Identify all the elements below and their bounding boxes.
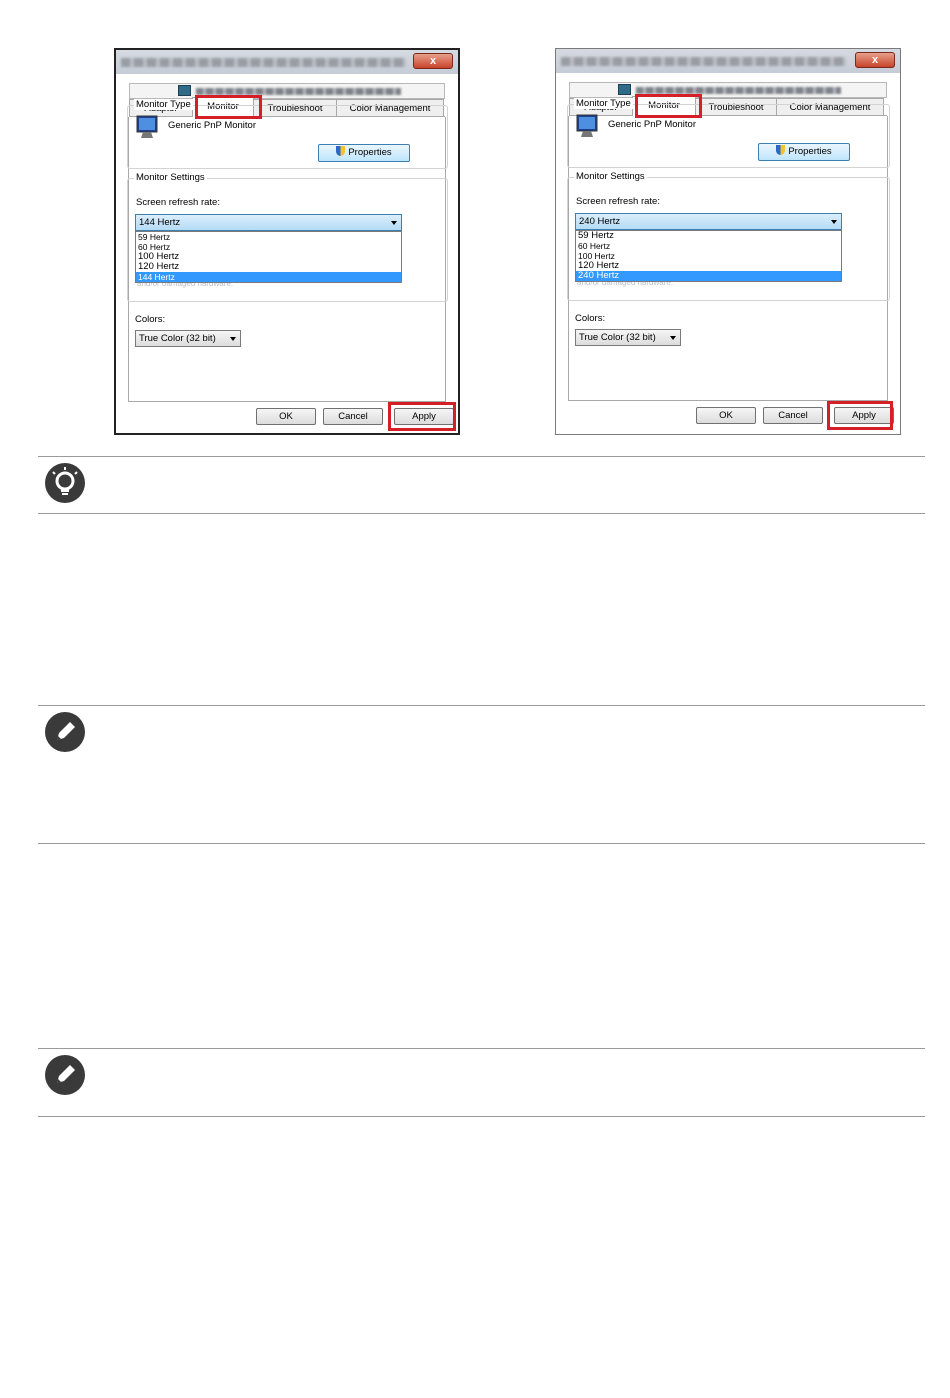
option-144-hertz[interactable]: 144 Hertz: [136, 272, 401, 282]
monitor-type-group: Monitor Type Generic PnP Monitor Propert…: [567, 98, 890, 168]
monitor-name: Generic PnP Monitor: [608, 119, 697, 130]
colors-value: True Color (32 bit): [139, 333, 216, 344]
pencil-icon: [45, 712, 85, 752]
close-button[interactable]: x: [855, 52, 895, 68]
note-2-bottom-rule: [38, 1116, 925, 1117]
option-240-hertz[interactable]: 240 Hertz: [576, 271, 841, 281]
monitor-type-group: Monitor Type Generic PnP Monitor Propert…: [127, 99, 448, 169]
group-title: Monitor Type: [574, 98, 633, 109]
group-title: Monitor Type: [134, 99, 193, 110]
refresh-rate-value: 144 Hertz: [139, 217, 181, 228]
monitor-settings-group: Monitor Settings Screen refresh rate: 24…: [567, 171, 890, 301]
refresh-rate-value: 240 Hertz: [579, 216, 621, 227]
refresh-rate-dropdown[interactable]: 144 Hertz: [135, 214, 402, 231]
option-59-hertz[interactable]: 59 Hertz: [136, 232, 401, 242]
refresh-rate-options: 59 Hertz 60 Hertz 100 Hertz 120 Hertz 14…: [135, 231, 402, 283]
monitor-tab-highlight: [195, 95, 262, 119]
properties-button[interactable]: Properties: [318, 144, 410, 162]
note-1-bottom-rule: [38, 843, 925, 844]
option-120-hertz[interactable]: 120 Hertz: [136, 262, 401, 272]
display-properties-dialog-right: x Adapter Monitor Troubleshoot Color Man…: [555, 48, 901, 435]
properties-label: Properties: [788, 146, 832, 157]
refresh-rate-label: Screen refresh rate:: [136, 197, 220, 208]
apply-highlight: [827, 401, 893, 430]
tip-bottom-rule: [38, 513, 925, 514]
chevron-down-icon: [831, 220, 837, 224]
blurred-title: [561, 57, 846, 66]
monitor-name: Generic PnP Monitor: [168, 120, 257, 131]
monitor-icon: [576, 114, 598, 137]
option-60-hertz[interactable]: 60 Hertz: [576, 241, 841, 251]
uac-shield-icon: [336, 146, 346, 156]
note-2-top-rule: [38, 1048, 925, 1049]
properties-label: Properties: [348, 147, 392, 158]
monitor-settings-group: Monitor Settings Screen refresh rate: 14…: [127, 172, 448, 302]
pencil-icon: [45, 1055, 85, 1095]
title-bar: x: [116, 50, 458, 74]
title-bar: x: [556, 49, 900, 73]
refresh-rate-dropdown[interactable]: 240 Hertz: [575, 213, 842, 230]
chevron-down-icon: [670, 336, 676, 340]
colors-dropdown[interactable]: True Color (32 bit): [135, 330, 241, 347]
properties-button[interactable]: Properties: [758, 143, 850, 161]
adapter-header: [129, 83, 445, 99]
note-1-top-rule: [38, 705, 925, 706]
lightbulb-icon: [45, 463, 85, 503]
colors-value: True Color (32 bit): [579, 332, 656, 343]
display-properties-dialog-left: x Adapter Monitor Troubleshoot Color Man…: [114, 48, 460, 435]
chevron-down-icon: [391, 221, 397, 225]
cancel-button[interactable]: Cancel: [763, 407, 823, 424]
option-59-hertz[interactable]: 59 Hertz: [576, 231, 841, 241]
colors-label: Colors:: [575, 313, 606, 324]
blurred-title: [121, 58, 406, 67]
display-adapter-icon: [178, 85, 191, 96]
refresh-rate-options: 59 Hertz 60 Hertz 100 Hertz 120 Hertz 24…: [575, 230, 842, 282]
cancel-button[interactable]: Cancel: [323, 408, 383, 425]
display-adapter-icon: [618, 84, 631, 95]
ok-button[interactable]: OK: [696, 407, 756, 424]
monitor-tab-highlight: [635, 94, 702, 118]
uac-shield-icon: [776, 145, 786, 155]
refresh-rate-label: Screen refresh rate:: [576, 196, 660, 207]
apply-highlight: [388, 402, 456, 431]
group-title: Monitor Settings: [134, 172, 207, 183]
monitor-icon: [136, 115, 158, 138]
tip-top-rule: [38, 456, 925, 457]
colors-dropdown[interactable]: True Color (32 bit): [575, 329, 681, 346]
colors-label: Colors:: [135, 314, 166, 325]
ok-button[interactable]: OK: [256, 408, 316, 425]
chevron-down-icon: [230, 337, 236, 341]
group-title: Monitor Settings: [574, 171, 647, 182]
blurred-adapter-name: [196, 88, 401, 95]
adapter-header: [569, 82, 887, 98]
blurred-adapter-name: [636, 87, 841, 94]
close-button[interactable]: x: [413, 53, 453, 69]
